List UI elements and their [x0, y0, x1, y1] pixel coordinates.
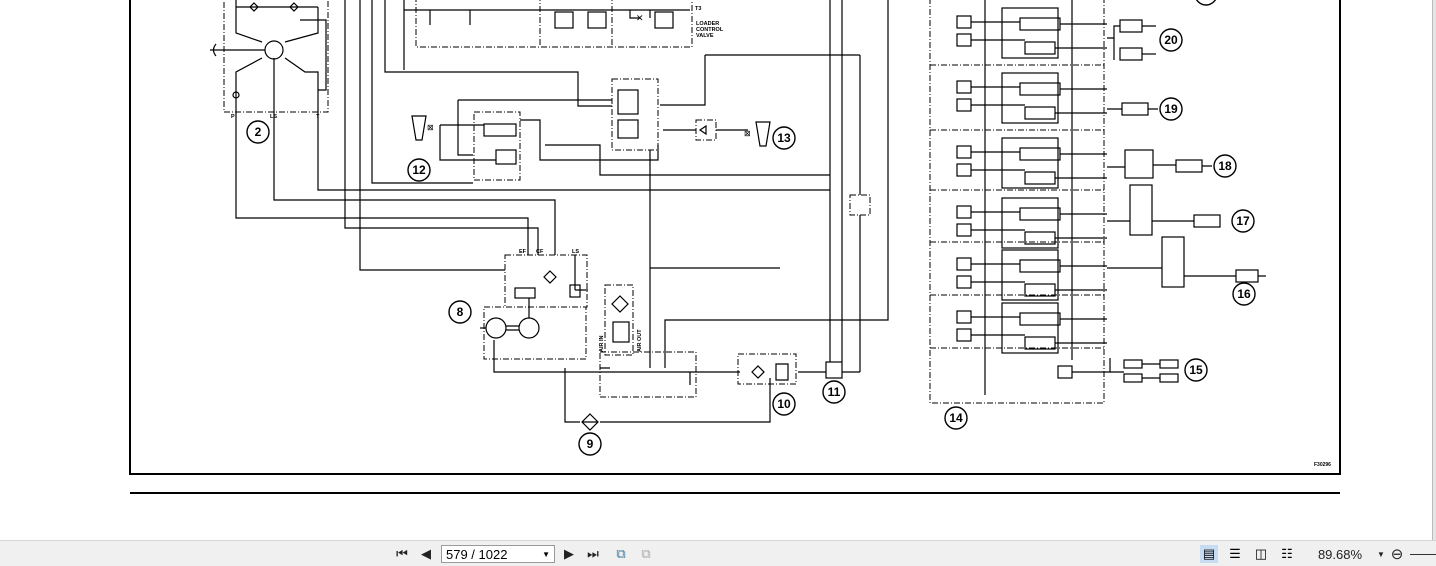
- valve-section: [956, 72, 1107, 124]
- svg-text:⊠: ⊠: [744, 129, 751, 138]
- prev-page-button[interactable]: ◀: [417, 545, 435, 563]
- figure-id: F30296: [1314, 462, 1331, 468]
- next-page-button[interactable]: ▶: [560, 545, 578, 563]
- svg-text:14: 14: [949, 411, 963, 425]
- valve-section: [956, 249, 1107, 301]
- svg-text:18: 18: [1218, 159, 1232, 173]
- previous-view-button[interactable]: ⧉: [612, 545, 630, 563]
- svg-text:15: 15: [1189, 363, 1203, 377]
- callout-15: 15: [1184, 358, 1208, 382]
- chevron-down-icon[interactable]: ▼: [542, 550, 550, 559]
- callout-14: 14: [944, 406, 968, 430]
- callout-2: 2: [246, 120, 270, 144]
- svg-text:12: 12: [412, 163, 426, 177]
- filter-10-element: [751, 363, 789, 381]
- callout-17: 17: [1231, 209, 1255, 233]
- facing-view-button[interactable]: ◫: [1252, 545, 1270, 563]
- prev-page-icon: ◀: [421, 546, 431, 561]
- callout-8: 8: [448, 300, 472, 324]
- hydraulic-schematic: P LS T ✕ T3 LOADER CONTROL VALVE ⊠ ⊠ EF …: [129, 0, 1341, 494]
- svg-text:20: 20: [1164, 33, 1178, 47]
- last-page-icon: ⏭: [587, 546, 599, 561]
- continuous-facing-icon: ☷: [1281, 546, 1293, 561]
- zoom-slider[interactable]: [1410, 554, 1436, 555]
- callout-12: 12: [407, 158, 431, 182]
- svg-text:11: 11: [828, 385, 841, 399]
- port-label: LS: [572, 249, 579, 255]
- continuous-view-button[interactable]: ☰: [1226, 545, 1244, 563]
- chevron-down-icon: ▼: [1377, 549, 1385, 559]
- air-in-label: AIR IN: [599, 335, 605, 352]
- valve-section: [956, 197, 1107, 249]
- callout-20: 20: [1159, 28, 1183, 52]
- callout-10: 10: [772, 392, 796, 416]
- cooler-11: [825, 361, 843, 379]
- previous-view-icon: ⧉: [616, 546, 626, 561]
- next-view-button[interactable]: ⧉: [637, 545, 655, 563]
- reservoir-filter: AIR IN AIR OUT: [599, 284, 697, 398]
- callout-19: 19: [1159, 97, 1183, 121]
- valve-section: [956, 7, 1107, 59]
- zoom-level-value: 89.68%: [1317, 546, 1363, 562]
- continuous-facing-view-button[interactable]: ☷: [1278, 545, 1296, 563]
- last-page-button[interactable]: ⏭: [584, 545, 602, 563]
- svg-text:16: 16: [1237, 287, 1251, 301]
- first-page-button[interactable]: ⏮: [393, 545, 411, 563]
- svg-text:8: 8: [457, 305, 464, 319]
- svg-text:9: 9: [587, 437, 594, 451]
- callout-13: 13: [772, 126, 796, 150]
- svg-text:10: 10: [777, 397, 791, 411]
- drawing-frame: [129, 0, 1341, 475]
- port-label: EF: [519, 249, 527, 255]
- callout-9: 9: [578, 432, 602, 456]
- next-page-icon: ▶: [564, 546, 574, 561]
- port-label: CF: [536, 249, 544, 255]
- next-view-icon: ⧉: [641, 546, 651, 561]
- filter-9: [581, 413, 599, 431]
- svg-text:2: 2: [255, 125, 262, 139]
- svg-text:19: 19: [1164, 102, 1178, 116]
- actuators: [1107, 19, 1266, 383]
- facing-pages-icon: ◫: [1254, 546, 1268, 561]
- callout-18: 18: [1213, 154, 1237, 178]
- callout-partial: [1195, 0, 1217, 6]
- single-page-view-button[interactable]: ▤: [1200, 545, 1218, 563]
- valve-assembly: ⊠: [611, 78, 871, 216]
- valve-section: [956, 302, 1107, 354]
- callout-11: 11: [822, 380, 846, 404]
- pump-group: EF CF LS: [480, 249, 588, 360]
- steering-unit: P LS T: [210, 0, 329, 120]
- pdf-toolbar: ⏮ ◀ 579 / 1022 ▼ ▶ ⏭ ⧉ ⧉ ▤ ☰ ◫ ☷ 89.68% ▼…: [0, 540, 1436, 566]
- valve-label: VALVE: [696, 33, 714, 39]
- svg-text:13: 13: [777, 131, 791, 145]
- port-label: P: [231, 114, 235, 120]
- svg-text:17: 17: [1236, 214, 1250, 228]
- zoom-level-field[interactable]: 89.68%: [1316, 545, 1364, 563]
- continuous-page-icon: ☰: [1229, 546, 1241, 561]
- zoom-out-button[interactable]: ⊖: [1388, 545, 1406, 563]
- implement-valve-bank: [929, 0, 1111, 404]
- port-label: T3: [695, 6, 701, 12]
- zoom-out-icon: ⊖: [1390, 546, 1404, 563]
- page-number-input[interactable]: 579 / 1022 ▼: [441, 545, 555, 563]
- callout-16: 16: [1232, 282, 1256, 306]
- first-page-icon: ⏮: [396, 546, 408, 561]
- svg-text:⊠: ⊠: [427, 123, 434, 132]
- loader-control-valve: ✕ T3 LOADER CONTROL VALVE: [403, 0, 724, 70]
- x-mark: ✕: [636, 13, 644, 23]
- air-out-label: AIR OUT: [637, 329, 643, 352]
- pdf-page: P LS T ✕ T3 LOADER CONTROL VALVE ⊠ ⊠ EF …: [0, 0, 1433, 540]
- valve-section: [956, 137, 1107, 189]
- page-number-value: 579 / 1022: [446, 546, 508, 562]
- zoom-dropdown[interactable]: ▼: [1376, 545, 1386, 563]
- single-page-icon: ▤: [1202, 546, 1216, 561]
